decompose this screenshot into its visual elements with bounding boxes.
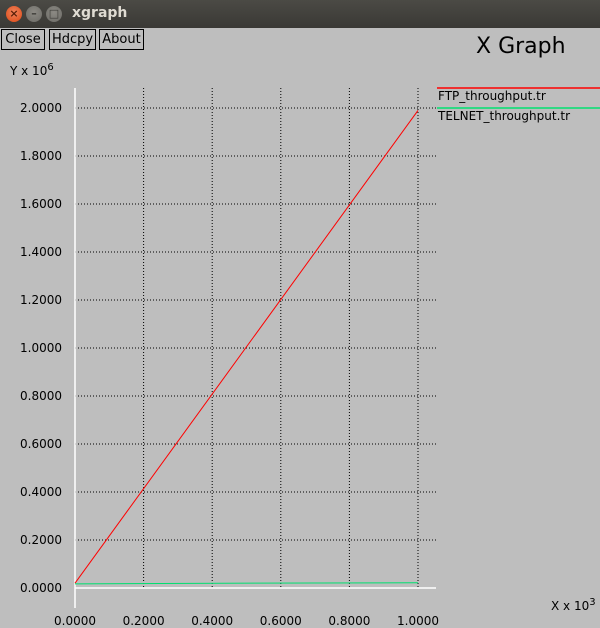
x-tick-label: 1.0000	[397, 614, 439, 628]
x-tick-label: 0.8000	[328, 614, 370, 628]
x-tick-label: 0.6000	[260, 614, 302, 628]
x-tick-label: 0.4000	[191, 614, 233, 628]
y-tick-label: 0.2000	[20, 533, 62, 547]
y-tick-label: 0.8000	[20, 389, 62, 403]
y-tick-label: 1.0000	[20, 341, 62, 355]
x-tick-label: 0.2000	[123, 614, 165, 628]
chart-area: 0.0000 0.2000 0.4000 0.6000 0.8000 1.0000 1.20…	[20, 87, 600, 628]
y-tick-label: 0.0000	[20, 581, 62, 595]
y-tick-label: 1.4000	[20, 245, 62, 259]
y-tick-label: 2.0000	[20, 101, 62, 115]
legend-label-1: TELNET_throughput.tr	[437, 109, 570, 123]
series-line-1	[74, 582, 419, 585]
y-tick-label: 1.8000	[20, 149, 62, 163]
x-tick-label: 0.0000	[54, 614, 96, 628]
y-tick-label: 0.4000	[20, 485, 62, 499]
y-tick-label: 0.6000	[20, 437, 62, 451]
series-line-0	[74, 110, 419, 584]
legend-label-0: FTP_throughput.tr	[438, 89, 546, 103]
y-tick-label: 1.2000	[20, 293, 62, 307]
y-tick-label: 1.6000	[20, 197, 62, 211]
